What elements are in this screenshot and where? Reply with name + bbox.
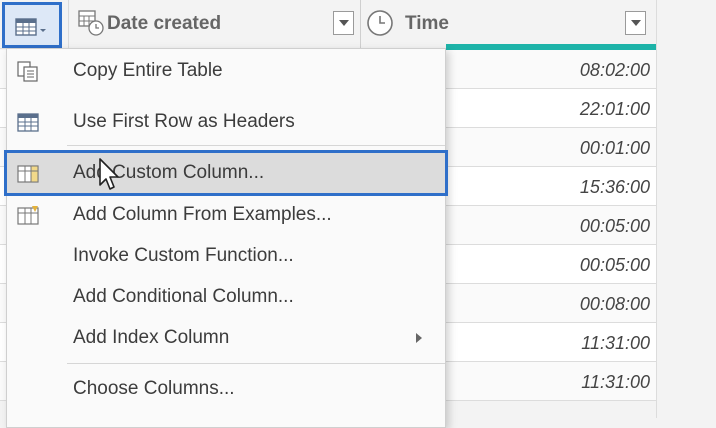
chevron-right-icon: [416, 333, 422, 343]
menu-item-label: Choose Columns...: [73, 378, 235, 399]
time-cell[interactable]: 00:05:00: [580, 216, 650, 237]
menu-separator: [67, 145, 445, 146]
column-header-label: Time: [405, 13, 450, 34]
time-cell[interactable]: 00:05:00: [580, 255, 650, 276]
column-header-label: Date created: [107, 13, 222, 34]
table-header-icon: [17, 113, 39, 132]
time-cell[interactable]: 00:01:00: [580, 138, 650, 159]
menu-item-add-index-column[interactable]: Add Index Column: [7, 318, 445, 358]
menu-item-label: Use First Row as Headers: [73, 111, 295, 132]
time-cell[interactable]: 08:02:00: [580, 60, 650, 81]
time-cell[interactable]: 22:01:00: [580, 99, 650, 120]
menu-item-label: Add Conditional Column...: [73, 286, 294, 307]
menu-item-label: Add Column From Examples...: [73, 204, 332, 225]
mouse-cursor-icon: [99, 158, 119, 190]
menu-item-label: Add Index Column: [73, 327, 230, 348]
menu-item-add-custom-column[interactable]: Add Custom Column...: [4, 150, 448, 196]
table-menu-button[interactable]: [2, 2, 62, 48]
custom-column-icon: [17, 165, 39, 183]
menu-item-copy-entire-table[interactable]: Copy Entire Table: [7, 51, 445, 91]
menu-item-add-column-from-examples[interactable]: Add Column From Examples...: [7, 195, 445, 235]
chevron-down-icon: [339, 20, 349, 26]
time-cell[interactable]: 15:36:00: [580, 177, 650, 198]
menu-separator: [67, 363, 445, 364]
time-cell[interactable]: 00:08:00: [580, 294, 650, 315]
column-header-time[interactable]: Time: [360, 0, 657, 48]
column-filter-dropdown[interactable]: [333, 11, 354, 35]
table-icon: [15, 18, 46, 36]
column-header-date-created[interactable]: Date created: [68, 0, 361, 48]
table-context-menu: Copy Entire Table Use First Row as Heade…: [4, 48, 448, 428]
copy-table-icon: [17, 61, 38, 82]
menu-item-use-first-row-as-headers[interactable]: Use First Row as Headers: [7, 102, 445, 142]
menu-item-choose-columns[interactable]: Choose Columns...: [7, 369, 445, 409]
column-header-bar: Date created Time: [0, 0, 656, 49]
column-filter-dropdown[interactable]: [625, 11, 646, 35]
time-cell[interactable]: 11:31:00: [581, 333, 650, 354]
clock-icon: [367, 10, 393, 36]
date-time-icon: [78, 10, 104, 36]
menu-item-label: Invoke Custom Function...: [73, 245, 294, 266]
menu-item-label: Copy Entire Table: [73, 60, 223, 81]
grid-right-gutter: [656, 0, 716, 418]
time-cell[interactable]: 11:31:00: [581, 372, 650, 393]
column-examples-icon: [17, 206, 39, 225]
chevron-down-icon: [631, 20, 641, 26]
menu-item-add-conditional-column[interactable]: Add Conditional Column...: [7, 277, 445, 317]
menu-item-invoke-custom-function[interactable]: Invoke Custom Function...: [7, 236, 445, 276]
